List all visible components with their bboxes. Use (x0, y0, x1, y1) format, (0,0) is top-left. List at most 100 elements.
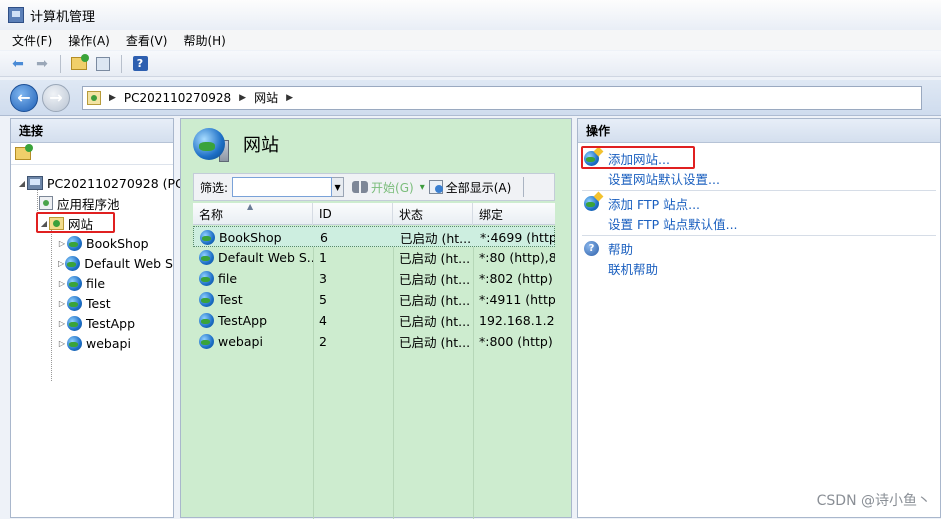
site-name: Test (218, 292, 243, 307)
show-all-button[interactable]: 全部显示(A) (446, 179, 512, 196)
online-help-action[interactable]: 联机帮助 (608, 259, 658, 278)
show-hide-tree-button[interactable] (93, 54, 113, 74)
site-status: 已启动 (ht... (399, 314, 471, 329)
address-bar: ← → ▶ PC202110270928 ▶ 网站 ▶ (0, 80, 941, 116)
tree-item-app-pools[interactable]: 应用程序池 (39, 193, 120, 213)
tree-item-label: Default Web S (84, 255, 173, 271)
menu-action[interactable]: 操作(A) (68, 32, 110, 49)
sites-globe-icon (193, 128, 225, 160)
console-tree-icon (96, 56, 110, 71)
site-binding: *:80 (http),808 (479, 250, 555, 265)
menu-file[interactable]: 文件(F) (12, 32, 52, 49)
tree-item-label: PC202110270928 (PC (47, 175, 184, 191)
filter-input[interactable] (232, 177, 333, 197)
tree-item-site[interactable]: ▷ TestApp (57, 313, 135, 333)
connections-pane: 连接 ◢ PC202110270928 (PC 应用程序池 ◢ 网站 ▷ Boo… (10, 118, 184, 518)
collapse-icon[interactable]: ◢ (17, 179, 27, 188)
breadcrumb-sites[interactable]: 网站 (254, 89, 278, 106)
column-binding[interactable]: 绑定 (473, 203, 555, 225)
ftp-defaults-action[interactable]: 设置 FTP 站点默认值... (608, 214, 738, 233)
sites-pane: 网站 筛选: ▼ 开始(G) ▾ 全部显示(A) 名称 ▲ ID 状态 绑定 B… (180, 118, 572, 519)
column-label: 绑定 (479, 207, 504, 222)
help-action[interactable]: ? 帮助 (584, 239, 633, 258)
tree-item-site[interactable]: ▷ file (57, 273, 105, 293)
expand-icon[interactable]: ▷ (57, 279, 67, 288)
tree-item-label: Test (86, 295, 111, 311)
forward-arrow-icon[interactable]: ➡ (32, 54, 52, 74)
expand-icon[interactable]: ▷ (57, 339, 67, 348)
add-ftp-globe-icon (584, 191, 604, 211)
globe-icon (199, 313, 214, 328)
site-binding: *:4699 (http) (480, 230, 555, 245)
site-defaults-action[interactable]: 设置网站默认设置... (608, 169, 720, 188)
page-title: 网站 (243, 135, 279, 156)
site-binding: 192.168.1.207 (479, 313, 555, 328)
tree-item-site[interactable]: ▷ BookShop (57, 233, 149, 253)
site-name: webapi (218, 334, 263, 349)
toolbar-separator (121, 54, 122, 73)
table-header: 名称 ▲ ID 状态 绑定 (193, 203, 555, 225)
filter-label: 筛选: (200, 180, 229, 195)
expand-icon[interactable]: ▷ (57, 319, 67, 328)
tree-item-site[interactable]: ▷ Test (57, 293, 111, 313)
tree-item-label: BookShop (86, 235, 149, 251)
ftp-defaults-link[interactable]: 设置 FTP 站点默认值... (608, 214, 738, 233)
up-folder-button[interactable] (69, 54, 89, 74)
table-row[interactable]: file 3 已启动 (ht... *:802 (http) (193, 268, 555, 289)
filter-separator (523, 177, 525, 197)
help-icon: ? (584, 241, 599, 256)
breadcrumb[interactable]: ▶ PC202110270928 ▶ 网站 ▶ (82, 85, 922, 110)
column-label: 状态 (399, 207, 424, 222)
add-ftp-action[interactable]: 添加 FTP 站点... (584, 191, 700, 213)
table-row[interactable]: Test 5 已启动 (ht... *:4911 (http) (193, 289, 555, 310)
tree-item-site[interactable]: ▷ webapi (57, 333, 131, 353)
column-status[interactable]: 状态 (393, 203, 473, 225)
table-row[interactable]: webapi 2 已启动 (ht... *:800 (http) (193, 331, 555, 352)
online-help-link[interactable]: 联机帮助 (608, 259, 658, 278)
actions-separator (582, 235, 936, 236)
site-id: 1 (319, 250, 327, 265)
column-id[interactable]: ID (313, 203, 393, 225)
go-arrow-icon[interactable]: ▾ (420, 182, 425, 193)
watermark: CSDN @诗小鱼丶 (816, 493, 931, 509)
nav-forward-button[interactable]: → (42, 83, 70, 112)
site-status: 已启动 (ht... (400, 231, 472, 246)
expand-icon[interactable]: ▷ (57, 299, 67, 308)
connect-icon[interactable] (15, 144, 33, 160)
iis-icon (87, 90, 101, 105)
site-id: 6 (320, 230, 328, 245)
breadcrumb-server[interactable]: PC202110270928 (124, 91, 231, 105)
table-row[interactable]: Default Web S... 1 已启动 (ht... *:80 (http… (193, 247, 555, 268)
globe-icon (199, 271, 214, 286)
nav-back-button[interactable]: ← (10, 83, 38, 112)
tree-item-server[interactable]: ◢ PC202110270928 (PC (17, 173, 184, 193)
help-button[interactable]: ? (130, 54, 150, 74)
expand-icon[interactable]: ▷ (57, 239, 67, 248)
column-name[interactable]: 名称 ▲ (193, 203, 313, 225)
menu-bar: 文件(F) 操作(A) 查看(V) 帮助(H) (0, 30, 941, 50)
table-row[interactable]: TestApp 4 已启动 (ht... 192.168.1.207 (193, 310, 555, 331)
expand-icon[interactable]: ▷ (57, 259, 65, 268)
globe-icon (199, 292, 214, 307)
site-status: 已启动 (ht... (399, 335, 471, 350)
site-id: 4 (319, 313, 327, 328)
help-link[interactable]: 帮助 (608, 239, 633, 258)
breadcrumb-separator: ▶ (109, 92, 116, 103)
menu-help[interactable]: 帮助(H) (183, 32, 225, 49)
sort-asc-icon: ▲ (247, 203, 254, 211)
start-filter-button[interactable]: 开始(G) (371, 179, 414, 196)
back-arrow-icon[interactable]: ⬅ (8, 54, 28, 74)
tree-item-site[interactable]: ▷ Default Web S (57, 253, 173, 273)
actions-header: 操作 (578, 119, 940, 143)
up-folder-icon (71, 54, 89, 70)
table-row[interactable]: BookShop 6 已启动 (ht... *:4699 (http) (193, 226, 555, 247)
add-ftp-link[interactable]: 添加 FTP 站点... (608, 194, 700, 213)
globe-icon (67, 315, 82, 331)
site-status: 已启动 (ht... (399, 293, 471, 308)
site-defaults-link[interactable]: 设置网站默认设置... (608, 169, 720, 188)
sites-header: 网站 (181, 119, 571, 169)
chevron-down-icon[interactable]: ▼ (332, 177, 345, 197)
app-pool-icon (39, 196, 53, 210)
globe-icon (67, 335, 82, 351)
menu-view[interactable]: 查看(V) (126, 32, 168, 49)
